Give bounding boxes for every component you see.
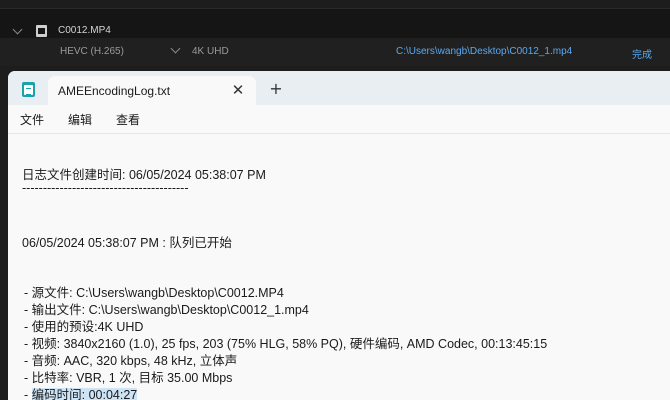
queue-item-row[interactable]: C0012.MP4 <box>0 8 670 40</box>
new-tab-icon[interactable]: + <box>266 79 286 99</box>
menu-file[interactable]: 文件 <box>20 111 44 128</box>
log-encode-time-line: - 编码时间: 00:04:27 <box>24 384 138 400</box>
queue-output-row[interactable]: HEVC (H.265) 4K UHD C:\Users\wangb\Deskt… <box>0 38 670 92</box>
status-label: 完成 <box>632 50 652 61</box>
log-encode-time-selected: 编码时间: 00:04:27 <box>31 388 138 400</box>
video-file-icon <box>36 25 47 37</box>
collapse-chevron-icon[interactable] <box>12 24 23 35</box>
format-select[interactable]: HEVC (H.265) <box>60 46 124 57</box>
log-queue-start: 06/05/2024 05:38:07 PM : 队列已开始 <box>22 236 232 250</box>
notepad-app-icon <box>22 82 35 97</box>
notepad-window: AMEEncodingLog.txt ✕ + 文件 编辑 查看 日志文件创建时间… <box>8 71 670 400</box>
menu-view[interactable]: 查看 <box>116 111 140 128</box>
preset-select[interactable]: 4K UHD <box>192 46 229 57</box>
log-encode-time-prefix: - <box>24 388 32 400</box>
menu-bar: 文件 编辑 查看 <box>8 105 670 134</box>
preset-dropdown-icon[interactable] <box>170 43 181 54</box>
text-editor-area[interactable]: 日志文件创建时间: 06/05/2024 05:38:07 PM -------… <box>8 134 670 400</box>
tab-title: AMEEncodingLog.txt <box>58 84 171 98</box>
source-file-name: C0012.MP4 <box>58 25 111 36</box>
notepad-titlebar[interactable]: AMEEncodingLog.txt ✕ + <box>8 71 670 105</box>
menu-edit[interactable]: 编辑 <box>68 111 92 128</box>
close-tab-icon[interactable]: ✕ <box>228 80 248 100</box>
log-separator: ---------------------------------------- <box>22 181 189 195</box>
output-path-link[interactable]: C:\Users\wangb\Desktop\C0012_1.mp4 <box>396 46 572 57</box>
tab-ameencodinglog[interactable]: AMEEncodingLog.txt ✕ <box>48 76 256 105</box>
